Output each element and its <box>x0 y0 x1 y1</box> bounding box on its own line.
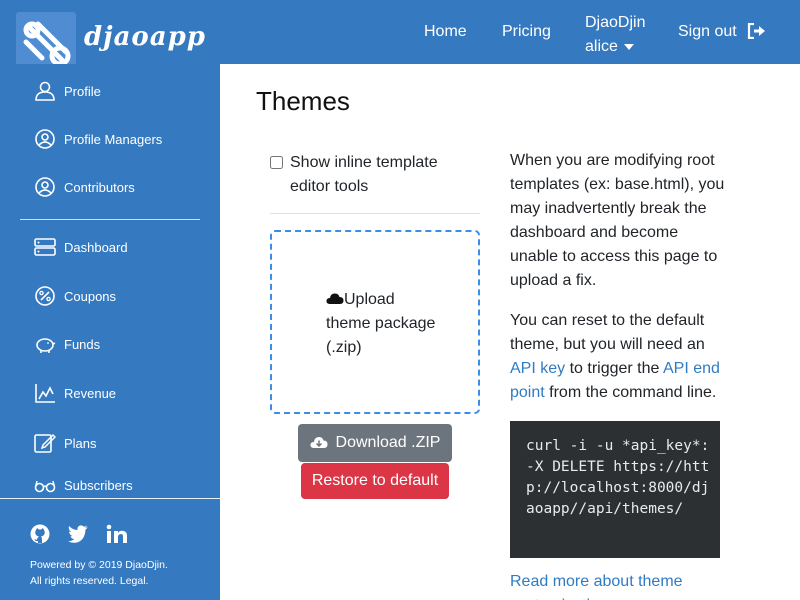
sign-out-label: Sign out <box>678 23 737 40</box>
brand-name[interactable]: djaoapp <box>84 22 206 52</box>
sidebar-item-label: Profile <box>64 83 101 99</box>
nav-pricing-link[interactable]: Pricing <box>502 23 551 41</box>
sidebar-item-label: Coupons <box>64 288 117 304</box>
info-paragraph-2: You can reset to the default theme, but … <box>510 309 726 405</box>
user-circle-icon <box>35 177 55 197</box>
sidebar-item-label: Funds <box>64 336 101 352</box>
piggy-bank-icon <box>36 338 56 353</box>
top-navbar: djaoapp Home Pricing DjaoDjin alice Sign… <box>0 0 800 72</box>
sidebar-item-subscribers[interactable]: Subscribers <box>34 478 133 493</box>
sidebar-item-contributors[interactable]: Contributors <box>34 177 135 197</box>
sidebar-item-profile[interactable]: Profile <box>34 81 101 101</box>
cloud-icon <box>326 293 344 304</box>
page-title: Themes <box>256 86 350 116</box>
sidebar-item-dashboard[interactable]: Dashboard <box>34 237 128 257</box>
info-paragraph-1: When you are modifying root templates (e… <box>510 152 725 289</box>
sidebar-item-label: Subscribers <box>64 478 133 493</box>
sidebar-item-label: Contributors <box>64 179 135 195</box>
sidebar-item-label: Profile Managers <box>64 131 163 147</box>
linkedin-icon[interactable] <box>106 524 128 549</box>
sidebar-item-label: Revenue <box>64 385 117 401</box>
username: alice <box>585 38 618 55</box>
sidebar-item-profile-managers[interactable]: Profile Managers <box>34 129 162 149</box>
sidebar-item-label: Dashboard <box>64 239 128 255</box>
sign-out-icon <box>748 22 766 40</box>
inline-editor-option: Show inline template editor tools <box>270 151 482 199</box>
github-icon[interactable] <box>30 524 50 549</box>
sidebar-item-plans[interactable]: Plans <box>34 432 97 454</box>
info-text: from the command line. <box>544 384 717 401</box>
info-text: You can reset to the default theme, but … <box>510 312 705 353</box>
sidebar-footer-divider <box>0 498 220 499</box>
percent-icon <box>35 286 55 306</box>
user-circle-icon <box>35 129 55 149</box>
footer-copyright: Powered by © 2019 DjaoDjin. <box>30 559 168 571</box>
social-links <box>30 524 145 549</box>
user-menu-dropdown[interactable]: DjaoDjin alice <box>585 11 645 59</box>
server-icon <box>34 238 56 256</box>
theme-upload-dropzone[interactable]: Upload theme package (.zip) <box>270 230 480 414</box>
sidebar: Profile Profile Managers Contributors Da… <box>0 64 220 600</box>
restore-default-button[interactable]: Restore to default <box>301 463 449 499</box>
nav-home-link[interactable]: Home <box>424 23 467 41</box>
sidebar-divider <box>20 219 200 220</box>
read-more-link[interactable]: Read more about theme customization <box>510 570 730 600</box>
user-icon <box>35 81 55 101</box>
info-text: to trigger the <box>565 360 663 377</box>
twitter-icon[interactable] <box>67 524 89 549</box>
inline-editor-label[interactable]: Show inline template editor tools <box>270 151 482 199</box>
logo-icon <box>23 21 71 67</box>
sign-out-link[interactable]: Sign out <box>678 22 767 41</box>
code-snippet: curl -i -u *api_key*: -X DELETE https://… <box>510 421 720 558</box>
chart-icon <box>35 384 55 403</box>
glasses-icon <box>34 480 56 492</box>
divider <box>270 213 480 214</box>
download-label: Download .ZIP <box>335 434 441 451</box>
download-zip-button[interactable]: Download .ZIP <box>298 424 452 462</box>
inline-editor-checkbox[interactable] <box>270 156 283 169</box>
sidebar-item-label: Plans <box>64 435 97 451</box>
caret-down-icon <box>623 43 634 50</box>
footer-rights: All rights reserved. Legal. <box>30 575 149 587</box>
sidebar-item-revenue[interactable]: Revenue <box>34 383 116 403</box>
upload-text: Upload theme package (.zip) <box>326 288 436 360</box>
org-name: DjaoDjin <box>585 14 646 31</box>
logo[interactable] <box>16 12 76 72</box>
cloud-download-icon <box>309 437 328 448</box>
sidebar-item-coupons[interactable]: Coupons <box>34 286 116 306</box>
api-key-link[interactable]: API key <box>510 360 565 377</box>
sidebar-item-funds[interactable]: Funds <box>34 334 100 354</box>
edit-icon <box>34 433 56 453</box>
info-panel: When you are modifying root templates (e… <box>510 149 726 421</box>
